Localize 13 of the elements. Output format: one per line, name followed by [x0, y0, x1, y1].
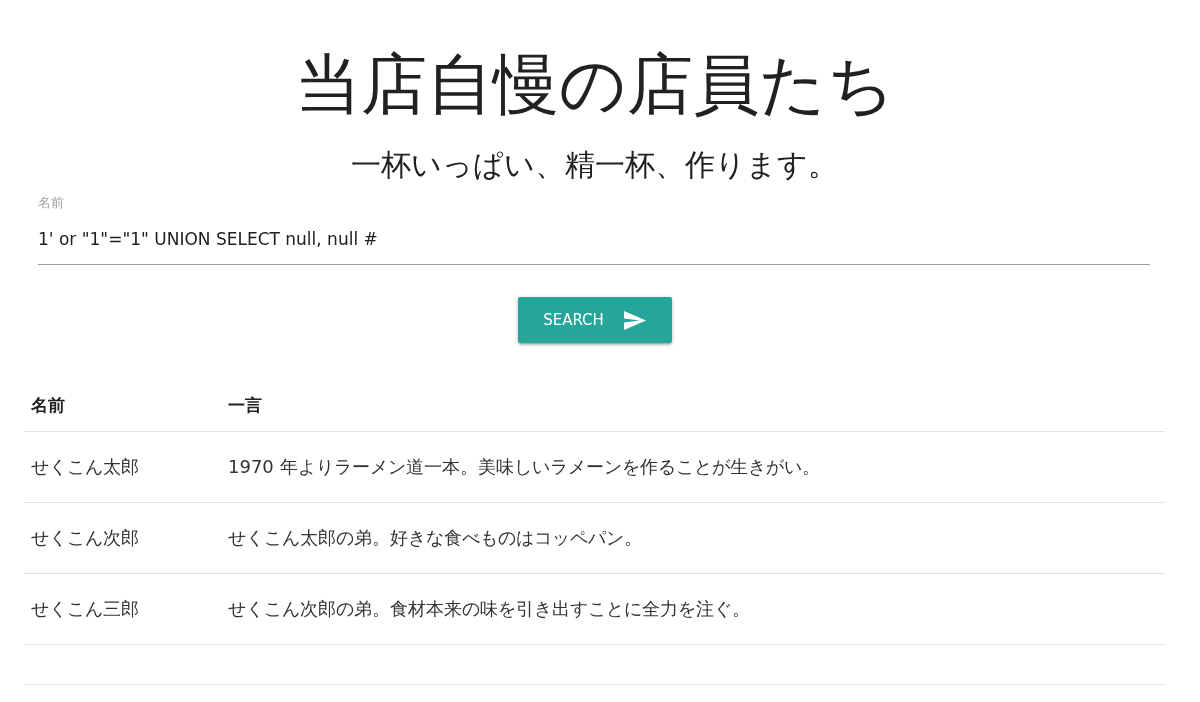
staff-comment: 1970 年よりラーメン道一本。美味しいラメーンを作ることが生きがい。 — [228, 455, 820, 479]
column-header: 一言 — [228, 393, 262, 417]
send-icon — [623, 310, 646, 330]
staff-name: せくこん次郎 — [31, 526, 139, 550]
page-subtitle: 一杯いっぱい、精一杯、作ります。 — [351, 146, 838, 184]
staff-comment: せくこん次郎の弟。食材本来の味を引き出すことに全力を注ぐ。 — [228, 597, 750, 621]
staff-name: せくこん太郎 — [31, 455, 139, 479]
name-input-field[interactable]: 1' or "1"="1" UNION SELECT null, null # — [38, 211, 1150, 265]
staff-name: せくこん三郎 — [31, 597, 139, 621]
staff-comment: せくこん太郎の弟。好きな食べものはコッペパン。 — [228, 526, 642, 550]
column-header: 名前 — [31, 393, 65, 417]
field-label: 名前 — [38, 195, 64, 211]
page-title: 当店自慢の店員たち — [294, 45, 895, 125]
